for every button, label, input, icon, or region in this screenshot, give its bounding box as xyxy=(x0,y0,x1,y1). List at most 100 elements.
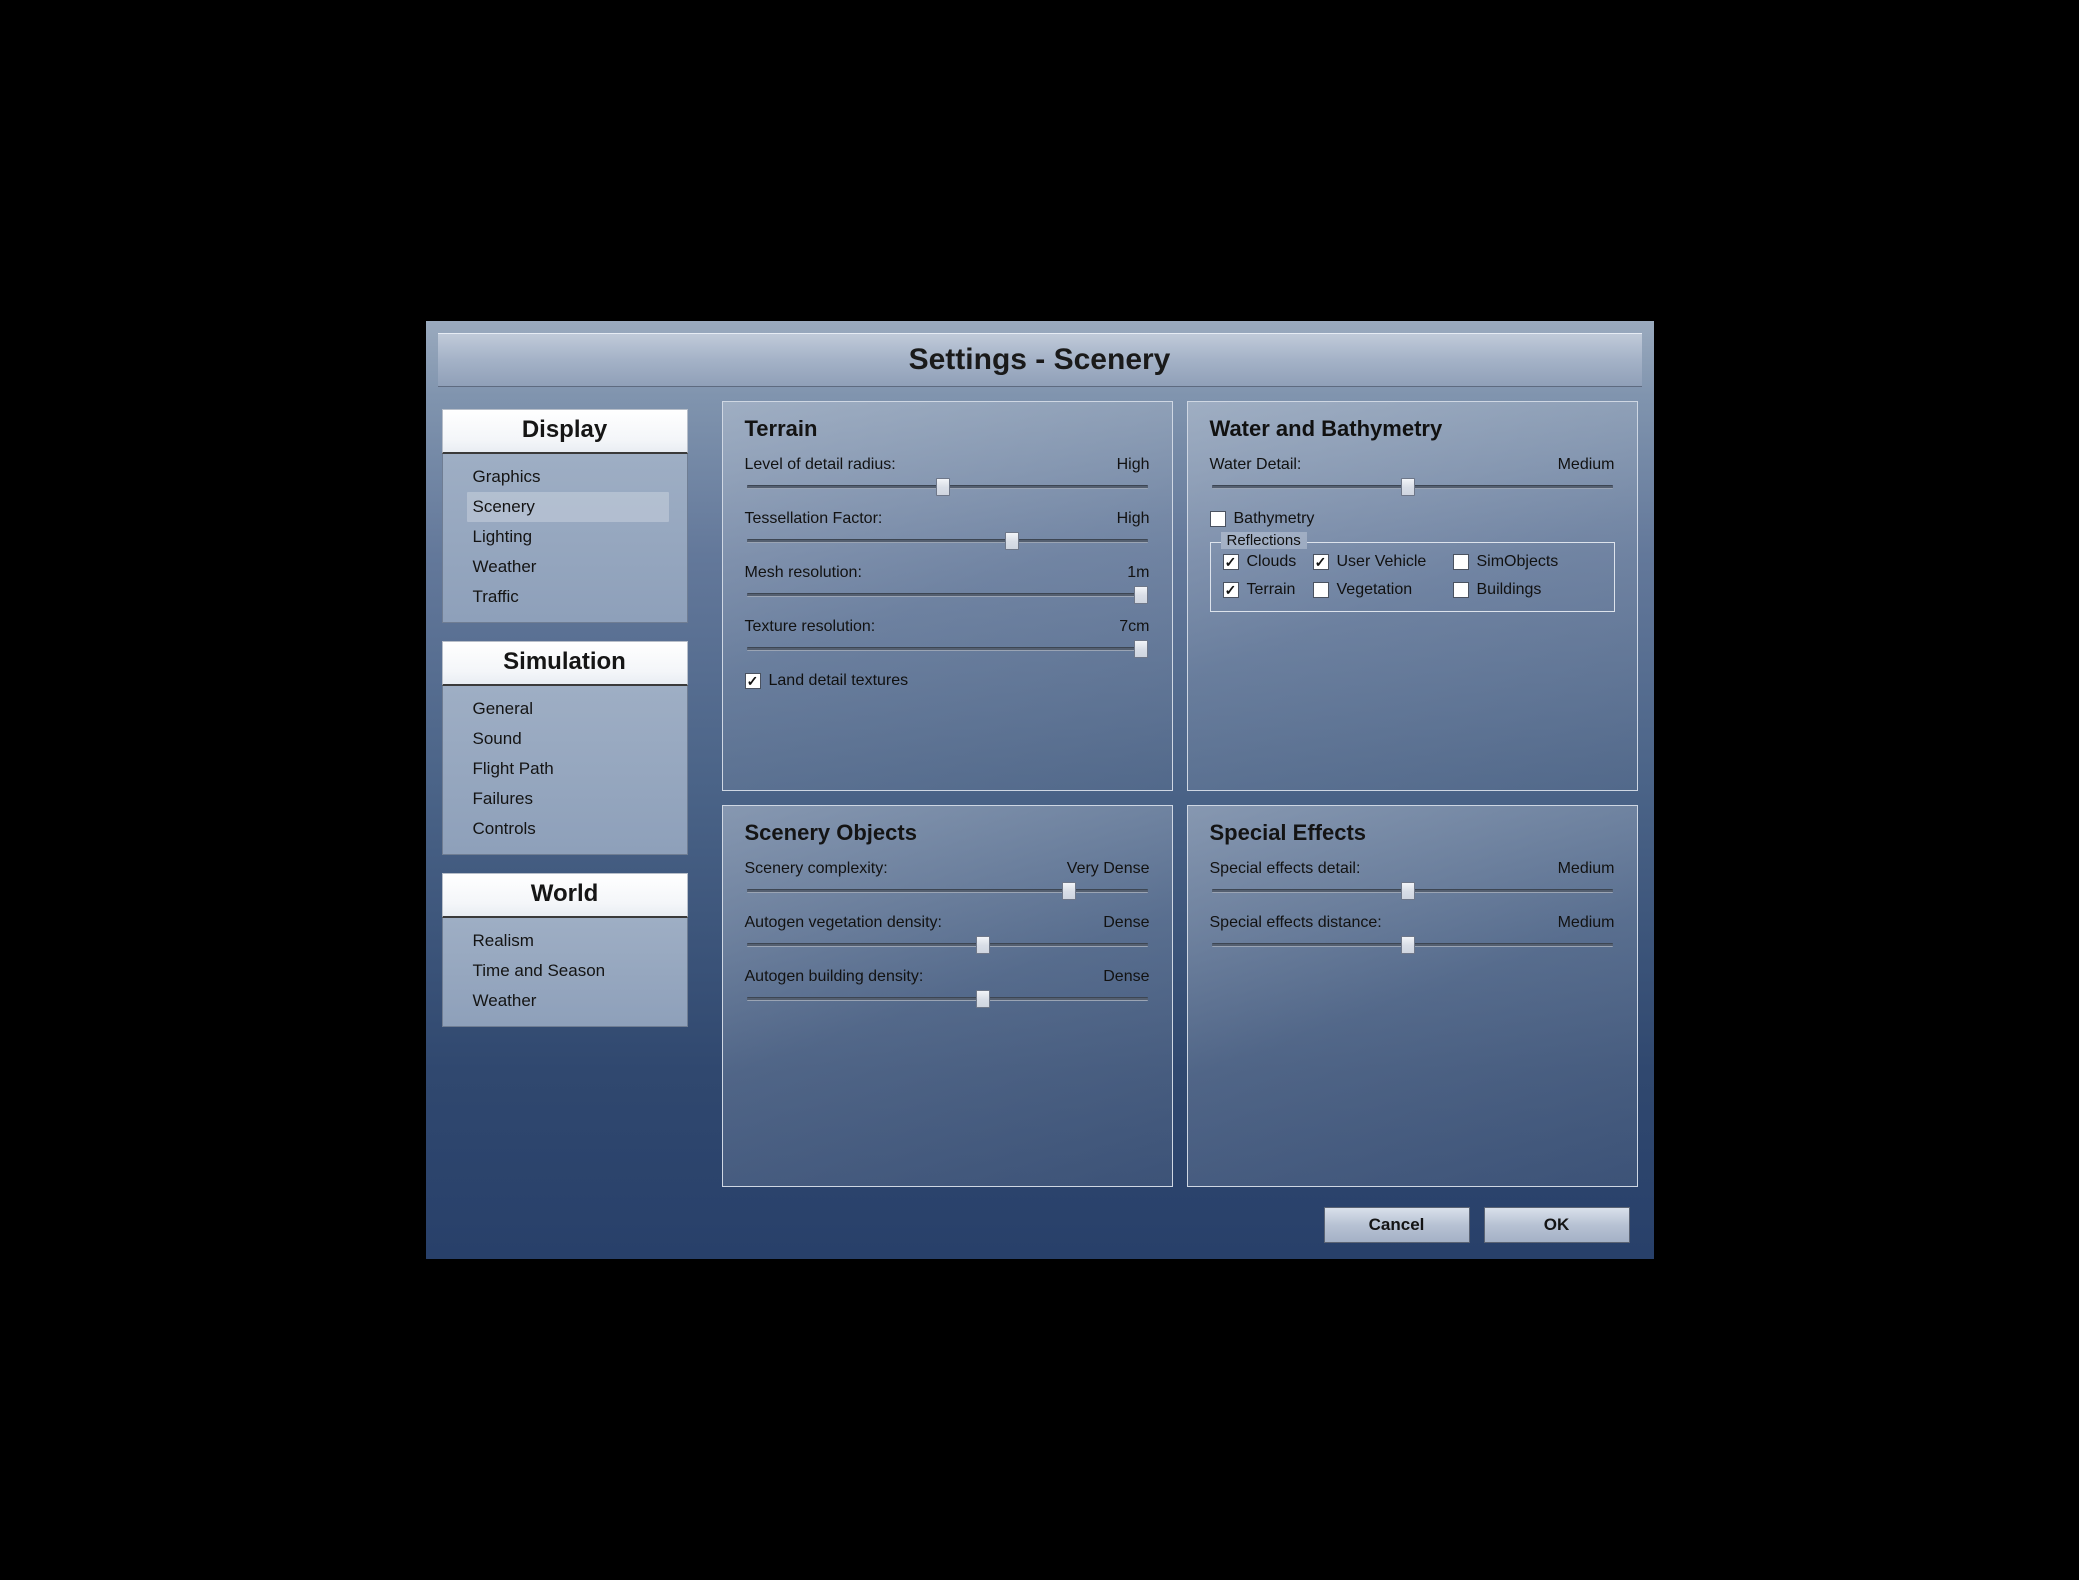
setting-fx-distance: Special effects distance: Medium xyxy=(1210,914,1615,952)
reflection-simobjects: SimObjects xyxy=(1453,553,1583,571)
nav-body-world: Realism Time and Season Weather xyxy=(442,918,688,1027)
nav-item-realism[interactable]: Realism xyxy=(443,926,687,956)
nav-group-display: Display Graphics Scenery Lighting Weathe… xyxy=(442,409,688,623)
value-lod-radius: High xyxy=(1117,456,1150,474)
value-tessellation: High xyxy=(1117,510,1150,528)
nav-header-simulation: Simulation xyxy=(442,641,688,686)
value-texture-resolution: 7cm xyxy=(1119,618,1149,636)
reflection-user-vehicle: User Vehicle xyxy=(1313,553,1449,571)
nav-header-world: World xyxy=(442,873,688,918)
label-fx-distance: Special effects distance: xyxy=(1210,914,1382,932)
label-refl-user-vehicle: User Vehicle xyxy=(1337,553,1427,571)
value-water-detail: Medium xyxy=(1558,456,1615,474)
setting-lod-radius: Level of detail radius: High xyxy=(745,456,1150,494)
sidebar: Display Graphics Scenery Lighting Weathe… xyxy=(442,401,688,1251)
label-refl-terrain: Terrain xyxy=(1247,581,1296,599)
slider-fx-distance[interactable] xyxy=(1210,938,1615,952)
fieldset-reflections: Reflections Clouds User Vehicle SimOb xyxy=(1210,542,1615,612)
main-panels: Terrain Level of detail radius: High Tes… xyxy=(722,401,1638,1251)
value-mesh-resolution: 1m xyxy=(1127,564,1149,582)
footer-buttons: Cancel OK xyxy=(1324,1207,1630,1243)
checkbox-refl-vegetation[interactable] xyxy=(1313,582,1329,598)
nav-header-display: Display xyxy=(442,409,688,454)
slider-autogen-bld[interactable] xyxy=(745,992,1150,1006)
label-land-detail: Land detail textures xyxy=(769,672,909,690)
checkbox-land-detail[interactable] xyxy=(745,673,761,689)
checkbox-refl-simobjects[interactable] xyxy=(1453,554,1469,570)
label-bathymetry: Bathymetry xyxy=(1234,510,1315,528)
panel-water: Water and Bathymetry Water Detail: Mediu… xyxy=(1187,401,1638,791)
nav-item-general[interactable]: General xyxy=(443,694,687,724)
label-refl-simobjects: SimObjects xyxy=(1477,553,1559,571)
window-title: Settings - Scenery xyxy=(909,343,1171,377)
panel-terrain: Terrain Level of detail radius: High Tes… xyxy=(722,401,1173,791)
nav-item-failures[interactable]: Failures xyxy=(443,784,687,814)
slider-autogen-veg[interactable] xyxy=(745,938,1150,952)
label-autogen-bld: Autogen building density: xyxy=(745,968,924,986)
label-mesh-resolution: Mesh resolution: xyxy=(745,564,862,582)
nav-body-simulation: General Sound Flight Path Failures Contr… xyxy=(442,686,688,855)
checkbox-refl-buildings[interactable] xyxy=(1453,582,1469,598)
slider-tessellation[interactable] xyxy=(745,534,1150,548)
value-fx-detail: Medium xyxy=(1558,860,1615,878)
setting-texture-resolution: Texture resolution: 7cm xyxy=(745,618,1150,656)
slider-scenery-complexity[interactable] xyxy=(745,884,1150,898)
setting-autogen-bld: Autogen building density: Dense xyxy=(745,968,1150,1006)
setting-fx-detail: Special effects detail: Medium xyxy=(1210,860,1615,898)
nav-item-sound[interactable]: Sound xyxy=(443,724,687,754)
nav-item-graphics[interactable]: Graphics xyxy=(443,462,687,492)
label-refl-clouds: Clouds xyxy=(1247,553,1297,571)
checkbox-row-land-detail: Land detail textures xyxy=(745,672,1150,690)
reflection-buildings: Buildings xyxy=(1453,581,1583,599)
value-fx-distance: Medium xyxy=(1558,914,1615,932)
panel-special-effects: Special Effects Special effects detail: … xyxy=(1187,805,1638,1187)
setting-water-detail: Water Detail: Medium xyxy=(1210,456,1615,494)
checkbox-bathymetry[interactable] xyxy=(1210,511,1226,527)
checkbox-row-bathymetry: Bathymetry xyxy=(1210,510,1615,528)
nav-item-world-weather[interactable]: Weather xyxy=(443,986,687,1016)
label-scenery-complexity: Scenery complexity: xyxy=(745,860,888,878)
settings-window: Settings - Scenery Display Graphics Scen… xyxy=(425,320,1655,1260)
label-water-detail: Water Detail: xyxy=(1210,456,1302,474)
label-fx-detail: Special effects detail: xyxy=(1210,860,1361,878)
nav-item-traffic[interactable]: Traffic xyxy=(443,582,687,612)
nav-item-weather[interactable]: Weather xyxy=(443,552,687,582)
slider-lod-radius[interactable] xyxy=(745,480,1150,494)
nav-item-lighting[interactable]: Lighting xyxy=(443,522,687,552)
panel-special-effects-title: Special Effects xyxy=(1210,820,1615,846)
label-texture-resolution: Texture resolution: xyxy=(745,618,876,636)
legend-reflections: Reflections xyxy=(1221,532,1307,549)
setting-autogen-veg: Autogen vegetation density: Dense xyxy=(745,914,1150,952)
checkbox-refl-terrain[interactable] xyxy=(1223,582,1239,598)
label-autogen-veg: Autogen vegetation density: xyxy=(745,914,942,932)
slider-mesh-resolution[interactable] xyxy=(745,588,1150,602)
slider-water-detail[interactable] xyxy=(1210,480,1615,494)
checkbox-refl-clouds[interactable] xyxy=(1223,554,1239,570)
reflection-terrain: Terrain xyxy=(1223,581,1309,599)
window-body: Display Graphics Scenery Lighting Weathe… xyxy=(426,387,1654,1259)
label-refl-buildings: Buildings xyxy=(1477,581,1542,599)
label-refl-vegetation: Vegetation xyxy=(1337,581,1413,599)
nav-item-scenery[interactable]: Scenery xyxy=(467,492,669,522)
slider-texture-resolution[interactable] xyxy=(745,642,1150,656)
ok-button[interactable]: OK xyxy=(1484,1207,1630,1243)
nav-body-display: Graphics Scenery Lighting Weather Traffi… xyxy=(442,454,688,623)
slider-fx-detail[interactable] xyxy=(1210,884,1615,898)
panel-water-title: Water and Bathymetry xyxy=(1210,416,1615,442)
nav-item-controls[interactable]: Controls xyxy=(443,814,687,844)
label-lod-radius: Level of detail radius: xyxy=(745,456,896,474)
value-scenery-complexity: Very Dense xyxy=(1067,860,1150,878)
nav-item-time-season[interactable]: Time and Season xyxy=(443,956,687,986)
checkbox-refl-user-vehicle[interactable] xyxy=(1313,554,1329,570)
nav-group-world: World Realism Time and Season Weather xyxy=(442,873,688,1027)
value-autogen-veg: Dense xyxy=(1103,914,1149,932)
titlebar: Settings - Scenery xyxy=(438,333,1642,387)
setting-tessellation: Tessellation Factor: High xyxy=(745,510,1150,548)
nav-item-flight-path[interactable]: Flight Path xyxy=(443,754,687,784)
value-autogen-bld: Dense xyxy=(1103,968,1149,986)
panel-scenery-objects: Scenery Objects Scenery complexity: Very… xyxy=(722,805,1173,1187)
panel-terrain-title: Terrain xyxy=(745,416,1150,442)
setting-mesh-resolution: Mesh resolution: 1m xyxy=(745,564,1150,602)
nav-group-simulation: Simulation General Sound Flight Path Fai… xyxy=(442,641,688,855)
cancel-button[interactable]: Cancel xyxy=(1324,1207,1470,1243)
